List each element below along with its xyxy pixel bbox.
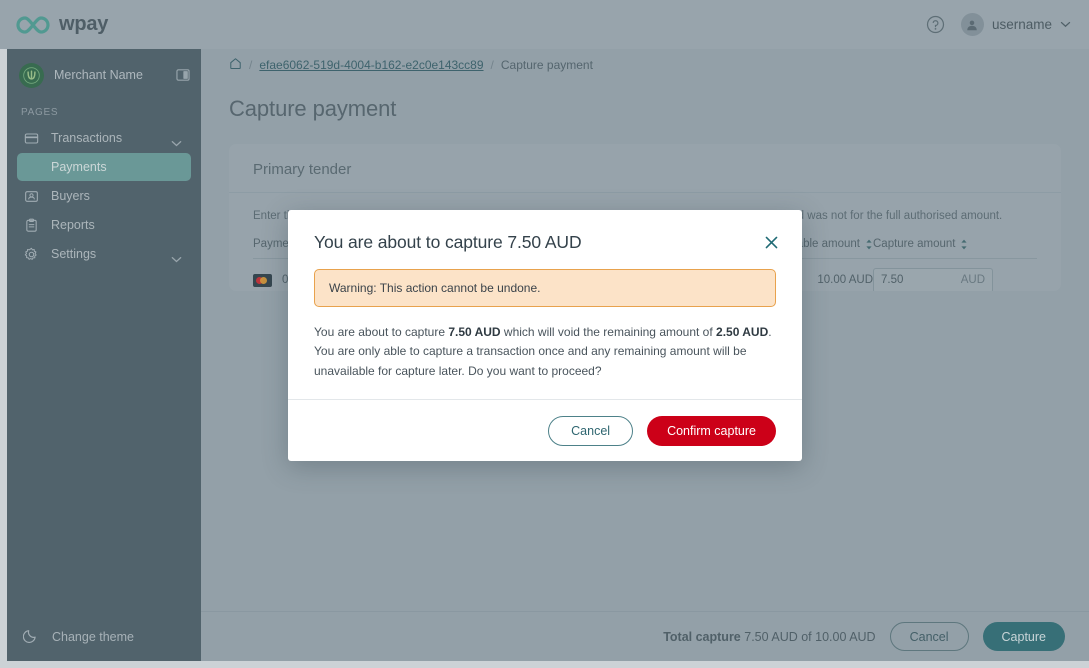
close-icon[interactable]: [762, 233, 780, 251]
modal-cancel-button[interactable]: Cancel: [548, 415, 634, 446]
modal-footer: Cancel Confirm capture: [288, 399, 802, 461]
modal-description: You are about to capture 7.50 AUD which …: [314, 323, 776, 381]
modal-bold-capture-amount: 7.50 AUD: [448, 325, 501, 339]
app-root: wpay username Merchant Name PAGES Transa…: [0, 0, 1089, 668]
modal-confirm-capture-button[interactable]: Confirm capture: [647, 415, 776, 446]
modal-text-part2: which will void the remaining amount of: [500, 325, 717, 339]
warning-banner: Warning: This action cannot be undone.: [314, 269, 776, 307]
confirm-capture-modal: You are about to capture 7.50 AUD Warnin…: [288, 210, 802, 461]
modal-title: You are about to capture 7.50 AUD: [314, 232, 582, 252]
modal-header: You are about to capture 7.50 AUD: [288, 210, 802, 253]
modal-text-part1: You are about to capture: [314, 325, 449, 339]
modal-bold-void-amount: 2.50 AUD: [716, 325, 769, 339]
modal-body: Warning: This action cannot be undone. Y…: [288, 253, 802, 399]
